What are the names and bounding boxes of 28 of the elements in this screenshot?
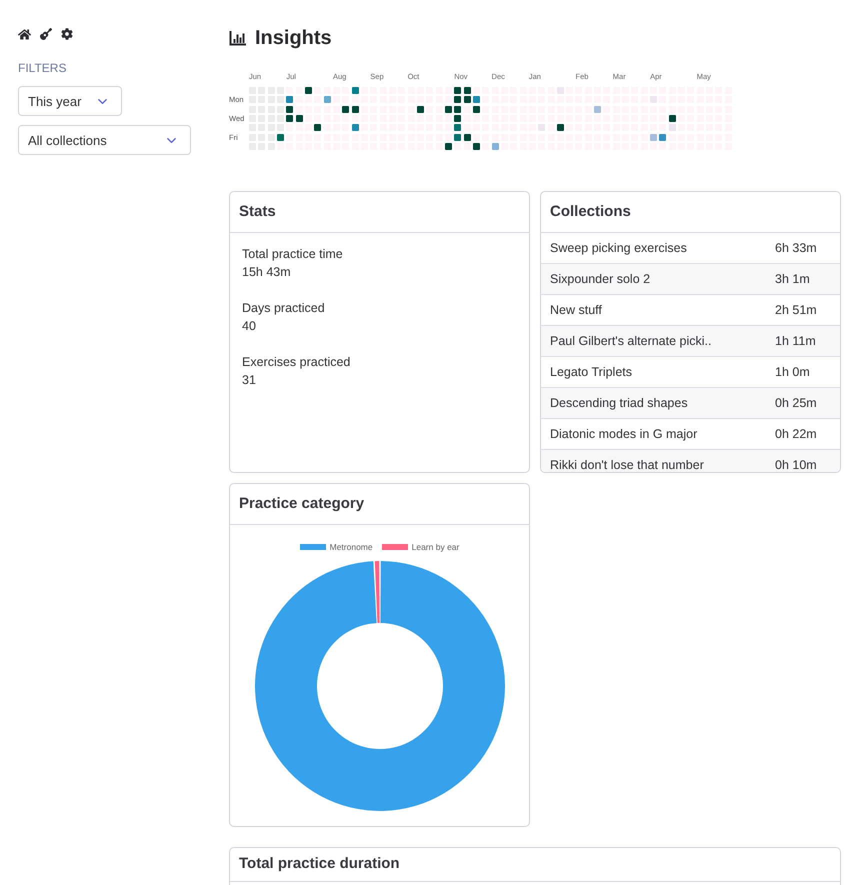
collection-name-cell: Sixpounder solo 2 xyxy=(541,264,775,294)
stat-label: Total practice time xyxy=(242,246,343,263)
stat-label: Exercises practiced xyxy=(242,354,350,371)
collection-name-cell: Descending triad shapes xyxy=(541,388,775,418)
card-title: Collections xyxy=(550,202,631,221)
duration-cell: 1h 11m xyxy=(775,326,840,356)
bar-chart-icon xyxy=(229,30,246,46)
collection-name-cell: Paul Gilbert's alternate picki.. xyxy=(541,326,775,356)
page-title: Insights xyxy=(255,28,332,48)
guitar-icon[interactable] xyxy=(40,28,52,40)
stat-value: 31 xyxy=(242,372,256,389)
legend-label: Learn by ear xyxy=(412,542,460,552)
settings-icon[interactable] xyxy=(61,28,73,40)
dropdown[interactable]: All collections xyxy=(18,125,191,155)
filters-label: FILTERS xyxy=(18,61,68,75)
legend-label: Metronome xyxy=(330,542,373,552)
stat-label: Days practiced xyxy=(242,300,325,317)
stat-value: 40 xyxy=(242,318,256,335)
dropdown[interactable]: This year xyxy=(18,86,122,116)
card-title: Practice category xyxy=(239,494,364,513)
collection-name-cell: Rikki don't lose that number xyxy=(541,450,775,472)
card-title: Stats xyxy=(239,202,276,221)
stat-value: 15h 43m xyxy=(242,264,291,281)
home-icon[interactable] xyxy=(18,28,31,40)
duration-cell: 0h 10m xyxy=(775,450,840,472)
card-title: Total practice duration xyxy=(239,855,400,874)
duration-cell: 3h 1m xyxy=(775,264,840,294)
duration-cell: 0h 25m xyxy=(775,388,840,418)
